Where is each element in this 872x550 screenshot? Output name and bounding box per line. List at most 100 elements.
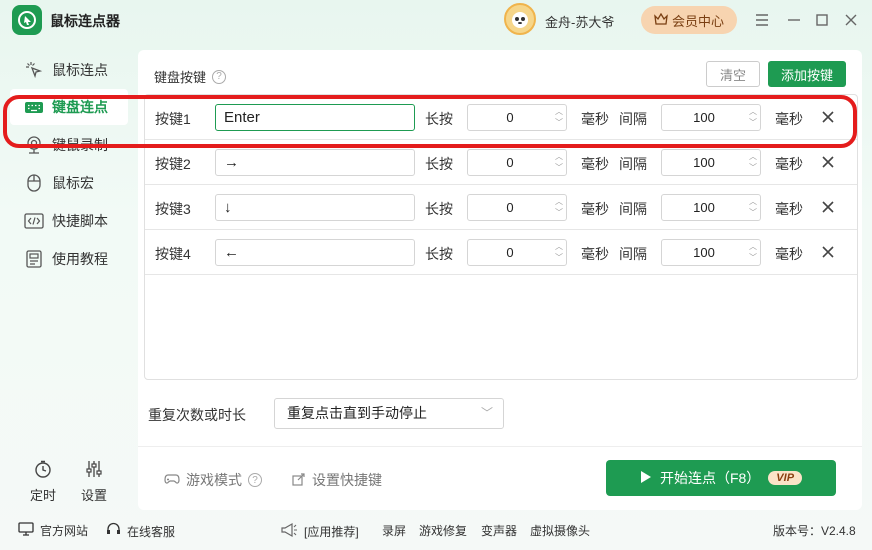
settings-button[interactable]: 设置: [74, 460, 114, 504]
key-field[interactable]: Enter: [215, 104, 415, 131]
interval-stepper[interactable]: 100 ︿ ﹀: [661, 104, 761, 131]
hold-duration-stepper[interactable]: 0 ︿ ﹀: [467, 149, 567, 176]
mouse-icon: [24, 173, 44, 193]
gamepad-icon: [164, 472, 180, 489]
interval-stepper[interactable]: 100 ︿ ﹀: [661, 239, 761, 266]
hold-duration-stepper[interactable]: 0 ︿ ﹀: [467, 194, 567, 221]
sidebar-item-label: 鼠标宏: [52, 175, 94, 191]
recommend-link-virtual-camera[interactable]: 虚拟摄像头: [530, 522, 590, 539]
help-icon[interactable]: ?: [248, 473, 262, 487]
member-center-label: 会员中心: [671, 13, 724, 29]
settings-sliders-icon: [85, 460, 103, 481]
stepper-arrows-icon[interactable]: ︿ ﹀: [554, 151, 564, 174]
hold-duration-stepper[interactable]: 0 ︿ ﹀: [467, 104, 567, 131]
game-mode-option[interactable]: 游戏模式 ?: [164, 470, 262, 490]
webcam-record-icon: [24, 135, 44, 155]
section-title-text: 键盘按键: [154, 70, 207, 85]
website-label: 官方网站: [40, 524, 89, 538]
hold-label: 长按: [425, 111, 453, 127]
stepper-arrows-icon[interactable]: ︿ ﹀: [748, 106, 758, 129]
hold-label: 长按: [425, 156, 453, 172]
recommend-link-voice-changer[interactable]: 变声器: [481, 522, 517, 539]
delete-row-icon[interactable]: [819, 198, 837, 216]
mouse-click-icon: [24, 60, 44, 80]
code-icon: [24, 211, 44, 231]
sidebar-item-label: 键盘连点: [52, 99, 108, 115]
sidebar-item-mouse-click[interactable]: 鼠标连点: [10, 52, 128, 88]
row-label: 按键3: [155, 201, 191, 217]
stepper-arrows-icon[interactable]: ︿ ﹀: [554, 241, 564, 264]
sidebar-item-label: 键鼠录制: [52, 137, 108, 153]
divider: [138, 446, 862, 447]
sidebar-item-label: 快捷脚本: [52, 213, 108, 229]
sidebar-item-tutorial[interactable]: 使用教程: [10, 241, 128, 277]
repeat-label: 重复次数或时长: [148, 407, 246, 423]
keyboard-icon: [24, 97, 44, 117]
interval-label: 间隔: [619, 201, 647, 217]
key-field[interactable]: →: [215, 149, 415, 176]
timer-button[interactable]: 定时: [23, 460, 63, 504]
key-field[interactable]: ←: [215, 239, 415, 266]
avatar[interactable]: [504, 3, 536, 35]
headset-icon: [106, 522, 121, 540]
unit-label: 毫秒: [581, 246, 609, 262]
key-row: 按键4 ← 长按 0 ︿ ﹀ 毫秒 间隔 100 ︿ ﹀ 毫秒: [145, 230, 857, 275]
online-service-link[interactable]: 在线客服: [106, 522, 175, 540]
official-website-link[interactable]: 官方网站: [18, 522, 88, 539]
crown-icon: [654, 12, 668, 28]
sidebar-item-quick-script[interactable]: 快捷脚本: [10, 203, 128, 239]
unit-label: 毫秒: [581, 111, 609, 127]
interval-stepper[interactable]: 100 ︿ ﹀: [661, 194, 761, 221]
game-mode-label: 游戏模式: [186, 472, 242, 488]
row-label: 按键2: [155, 156, 191, 172]
repeat-value: 重复点击直到手动停止: [287, 405, 427, 421]
hold-duration-stepper[interactable]: 0 ︿ ﹀: [467, 239, 567, 266]
delete-row-icon[interactable]: [819, 108, 837, 126]
sidebar-item-label: 鼠标连点: [52, 62, 108, 78]
menu-icon[interactable]: [752, 10, 772, 30]
sidebar-item-mouse-macro[interactable]: 鼠标宏: [10, 165, 128, 201]
sidebar-item-keymouse-record[interactable]: 键鼠录制: [10, 127, 128, 163]
timer-label: 定时: [29, 488, 56, 503]
app-logo-icon: [12, 5, 42, 35]
close-icon[interactable]: [841, 10, 861, 30]
add-key-button[interactable]: 添加按键: [768, 61, 846, 87]
maximize-icon[interactable]: [812, 10, 832, 30]
unit-label: 毫秒: [581, 201, 609, 217]
member-center-button[interactable]: 会员中心: [641, 6, 737, 34]
interval-stepper[interactable]: 100 ︿ ﹀: [661, 149, 761, 176]
tutorial-icon: [24, 249, 44, 269]
delete-row-icon[interactable]: [819, 153, 837, 171]
version-label: 版本号：V2.4.8: [773, 524, 856, 538]
interval-label: 间隔: [619, 156, 647, 172]
delete-row-icon[interactable]: [819, 243, 837, 261]
recommend-link-game-repair[interactable]: 游戏修复: [419, 522, 467, 539]
start-click-button[interactable]: 开始连点（F8） VIP: [606, 460, 836, 496]
row-label: 按键4: [155, 246, 191, 262]
repeat-select[interactable]: 重复点击直到手动停止 ﹀: [274, 398, 504, 429]
title-bar: 鼠标连点器 金舟-苏大爷 会员中心: [0, 0, 872, 40]
user-name[interactable]: 金舟-苏大爷: [545, 12, 614, 31]
clear-button[interactable]: 清空: [706, 61, 760, 87]
app-title: 鼠标连点器: [50, 13, 120, 29]
key-row: 按键3 ↓ 长按 0 ︿ ﹀ 毫秒 间隔 100 ︿ ﹀ 毫秒: [145, 185, 857, 230]
unit-label: 毫秒: [775, 246, 803, 262]
sidebar-item-keyboard-click[interactable]: 键盘连点: [10, 89, 128, 125]
stepper-arrows-icon[interactable]: ︿ ﹀: [554, 106, 564, 129]
key-field[interactable]: ↓: [215, 194, 415, 221]
unit-label: 毫秒: [775, 201, 803, 217]
stepper-arrows-icon[interactable]: ︿ ﹀: [748, 196, 758, 219]
set-hotkey-option[interactable]: 设置快捷键: [292, 470, 382, 490]
stepper-arrows-icon[interactable]: ︿ ﹀: [554, 196, 564, 219]
stepper-arrows-icon[interactable]: ︿ ﹀: [748, 151, 758, 174]
vip-badge: VIP: [768, 471, 803, 485]
unit-label: 毫秒: [581, 156, 609, 172]
interval-label: 间隔: [619, 246, 647, 262]
recommend-link-screen-record[interactable]: 录屏: [382, 522, 406, 539]
help-icon[interactable]: ?: [212, 69, 227, 84]
row-label: 按键1: [155, 111, 191, 127]
status-bar: 官方网站 在线客服 [应用推荐] 录屏 游戏修复 变声器 虚拟摄像头 版本号：V…: [0, 514, 872, 550]
stepper-arrows-icon[interactable]: ︿ ﹀: [748, 241, 758, 264]
set-hotkey-label: 设置快捷键: [312, 472, 382, 488]
minimize-icon[interactable]: [784, 10, 804, 30]
